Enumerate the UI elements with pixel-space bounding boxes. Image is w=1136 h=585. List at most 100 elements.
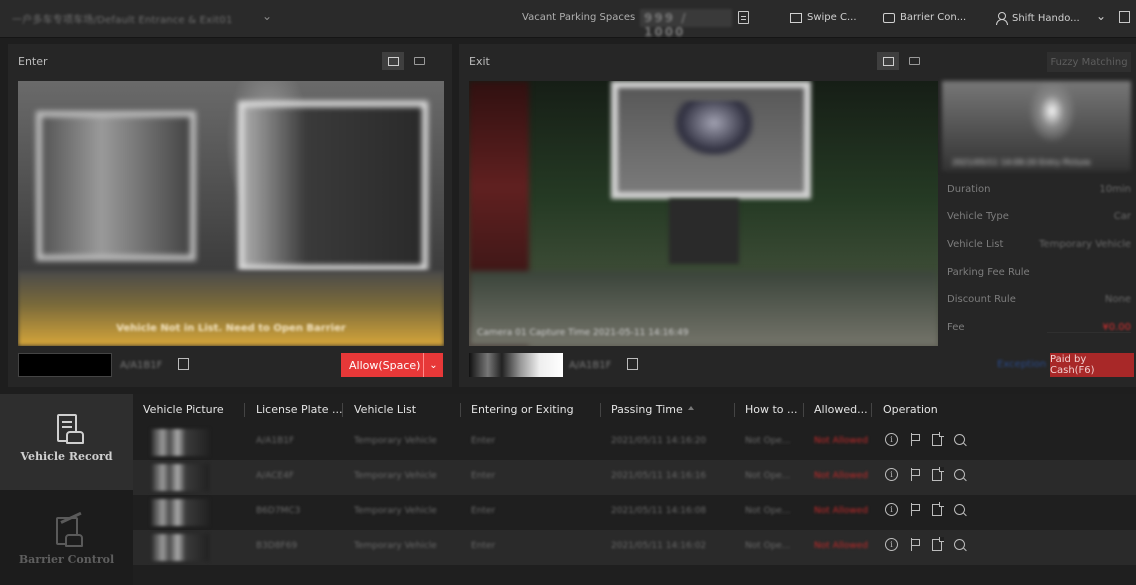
vehicle-picture[interactable] <box>151 429 209 456</box>
barrier-control-icon <box>55 517 83 547</box>
info-icon[interactable]: i <box>885 468 898 481</box>
vehicle-type-select[interactable]: Car <box>1114 211 1131 222</box>
document-icon[interactable] <box>738 11 749 24</box>
image-mode-button[interactable] <box>877 52 899 70</box>
allow-button-label: Allow(Space) <box>349 358 421 372</box>
edit-icon[interactable] <box>1119 11 1130 23</box>
flag-icon[interactable] <box>910 503 920 516</box>
export-icon[interactable] <box>932 466 944 481</box>
vehicle-record-table: Vehicle Picture License Plate ... Vehicl… <box>133 394 1136 585</box>
barrier-icon <box>883 12 895 23</box>
swipe-card-label: Swipe C... <box>807 12 857 23</box>
search-icon[interactable] <box>954 469 965 480</box>
swipe-card-button[interactable]: Swipe C... <box>790 12 857 23</box>
exit-panel: Exit Fuzzy Matching Camera 01 Capture Ti… <box>459 44 1136 387</box>
column-divider[interactable] <box>734 403 735 417</box>
column-divider[interactable] <box>600 403 601 417</box>
paid-by-cash-button[interactable]: Paid by Cash(F6) <box>1050 353 1134 377</box>
export-icon[interactable] <box>932 501 944 516</box>
direction-cell: Enter <box>471 506 496 516</box>
edit-icon[interactable] <box>627 358 638 370</box>
nav-vehicle-record-label: Vehicle Record <box>20 450 113 463</box>
edit-icon[interactable] <box>178 358 189 370</box>
info-icon[interactable]: i <box>885 538 898 551</box>
passing-time-cell: 2021/05/11 14:16:08 <box>611 506 707 516</box>
vehicle-picture[interactable] <box>151 534 209 561</box>
column-divider[interactable] <box>342 403 343 417</box>
table-row[interactable]: B3D8F69 Temporary Vehicle Enter 2021/05/… <box>133 530 1136 565</box>
column-vehicle-list[interactable]: Vehicle List <box>354 394 416 425</box>
chevron-down-icon[interactable]: ⌄ <box>1096 9 1106 23</box>
table-row[interactable]: A/ACE4F Temporary Vehicle Enter 2021/05/… <box>133 460 1136 495</box>
enter-panel: Enter Vehicle Not in List. Need to Open … <box>8 44 452 387</box>
vehicle-picture[interactable] <box>151 464 209 491</box>
column-license-plate[interactable]: License Plate ... <box>256 394 342 425</box>
enter-plate-number: A/A1B1F <box>120 360 163 371</box>
flag-icon[interactable] <box>910 538 920 551</box>
exit-plate-image <box>469 353 563 377</box>
export-icon[interactable] <box>932 536 944 551</box>
nav-vehicle-record[interactable]: Vehicle Record <box>0 394 133 490</box>
column-operation: Operation <box>883 403 938 416</box>
search-icon[interactable] <box>954 539 965 550</box>
fuzzy-matching-button[interactable]: Fuzzy Matching <box>1047 52 1131 72</box>
license-plate-cell: A/ACE4F <box>256 471 295 481</box>
discount-rule-select[interactable]: None <box>1105 294 1131 305</box>
column-how-to[interactable]: How to ... <box>745 394 798 425</box>
column-entering-exiting[interactable]: Entering or Exiting <box>471 394 574 425</box>
entry-picture-thumbnail[interactable]: 2021/05/11 14:09:20 Entry Picture <box>942 81 1131 171</box>
nav-barrier-control[interactable]: Barrier Control <box>0 497 133 585</box>
allowed-cell: Not Allowed <box>814 471 868 481</box>
passing-time-cell: 2021/05/11 14:16:20 <box>611 436 707 446</box>
discount-rule-label: Discount Rule <box>947 294 1016 305</box>
info-discount-rule: Discount Rule None <box>947 294 1131 305</box>
column-divider[interactable] <box>244 403 245 417</box>
flag-icon[interactable] <box>910 433 920 446</box>
entrance-selector[interactable]: 一户多车专项车场/Default Entrance & Exit01 <box>12 11 233 26</box>
search-icon[interactable] <box>954 434 965 445</box>
table-row[interactable]: A/A1B1F Temporary Vehicle Enter 2021/05/… <box>133 425 1136 460</box>
column-divider[interactable] <box>460 403 461 417</box>
flag-icon[interactable] <box>910 468 920 481</box>
how-to-cell: Not Ope... <box>745 436 791 446</box>
allowed-cell: Not Allowed <box>814 506 868 516</box>
parking-fee-rule-label: Parking Fee Rule <box>947 267 1030 278</box>
image-mode-button[interactable] <box>382 52 404 70</box>
exit-title: Exit <box>469 55 490 68</box>
chevron-down-icon[interactable]: ⌄ <box>423 353 443 377</box>
entry-picture-caption: 2021/05/11 14:09:20 Entry Picture <box>952 158 1091 167</box>
chevron-down-icon[interactable]: ⌄ <box>262 9 272 23</box>
license-plate-cell: B3D8F69 <box>256 541 298 551</box>
direction-cell: Enter <box>471 436 496 446</box>
duration-value: 10min <box>1099 184 1131 195</box>
card-icon <box>790 12 802 23</box>
column-divider[interactable] <box>871 403 872 417</box>
info-icon[interactable]: i <box>885 433 898 446</box>
nav-barrier-control-label: Barrier Control <box>18 553 115 566</box>
allow-button[interactable]: Allow(Space) ⌄ <box>341 353 443 377</box>
search-icon[interactable] <box>954 504 965 515</box>
export-icon[interactable] <box>932 431 944 446</box>
vehicle-picture[interactable] <box>151 499 209 526</box>
shift-handover-button[interactable]: Shift Hando... <box>995 12 1080 25</box>
column-allowed[interactable]: Allowed... <box>814 394 868 425</box>
enter-plate-image <box>18 353 112 377</box>
sort-icon[interactable] <box>687 406 694 410</box>
barrier-control-button[interactable]: Barrier Con... <box>883 12 966 23</box>
side-nav: Vehicle Record Barrier Control <box>0 394 133 585</box>
column-divider[interactable] <box>803 403 804 417</box>
column-passing-time[interactable]: Passing Time <box>611 394 694 425</box>
video-mode-button[interactable] <box>903 52 925 70</box>
image-mode-icon <box>387 56 399 66</box>
shift-handover-label: Shift Hando... <box>1012 12 1080 24</box>
person-icon <box>995 12 1008 25</box>
table-row[interactable]: B6D7MC3 Temporary Vehicle Enter 2021/05/… <box>133 495 1136 530</box>
row-operations: i <box>885 431 965 446</box>
enter-mode-switch <box>382 52 430 70</box>
vehicle-list-cell: Temporary Vehicle <box>354 506 437 516</box>
video-mode-button[interactable] <box>408 52 430 70</box>
passing-time-cell: 2021/05/11 14:16:02 <box>611 541 707 551</box>
info-icon[interactable]: i <box>885 503 898 516</box>
exception-link[interactable]: Exception <box>997 359 1046 370</box>
column-vehicle-picture: Vehicle Picture <box>143 403 224 416</box>
